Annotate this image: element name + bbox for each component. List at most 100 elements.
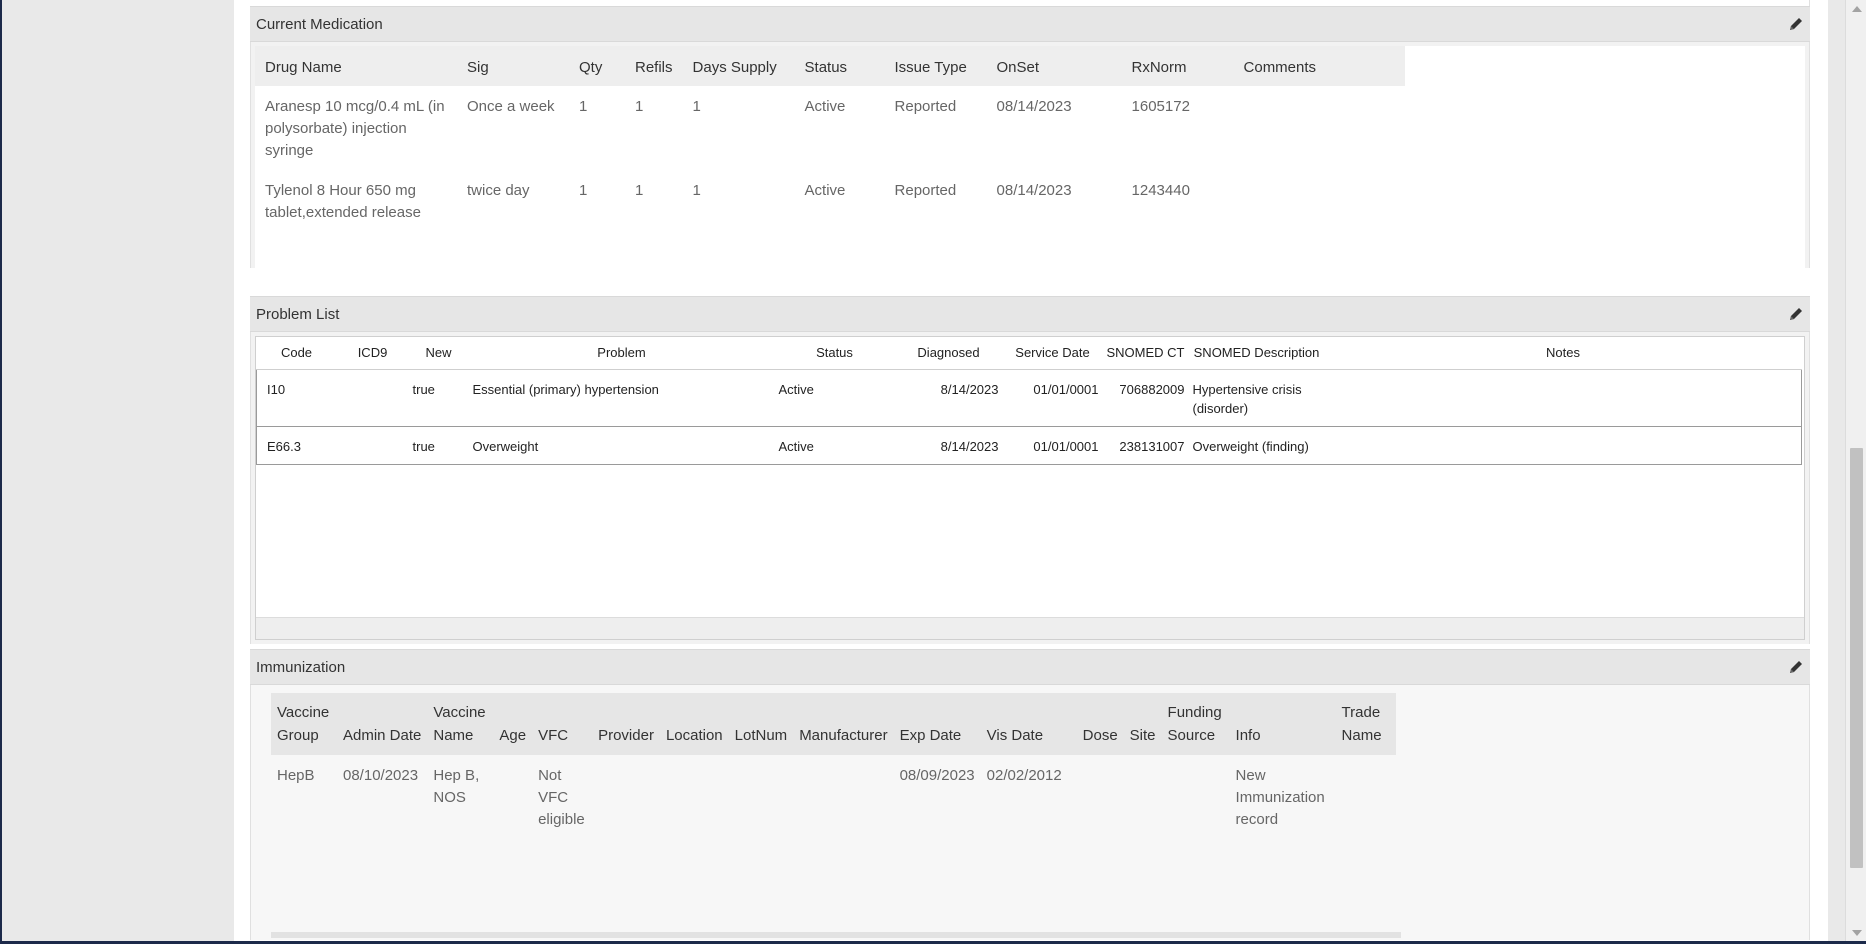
notes bbox=[1324, 369, 1802, 427]
col-comments[interactable]: Comments bbox=[1234, 46, 1405, 86]
immunization-table-container: Vaccine Group Admin Date Vaccine Name Ag… bbox=[271, 693, 1401, 938]
col-location[interactable]: Location bbox=[660, 693, 729, 755]
problem: Overweight bbox=[468, 426, 775, 465]
drug-name: Aranesp 10 mcg/0.4 mL (in polysorbate) i… bbox=[265, 98, 445, 159]
col-qty[interactable]: Qty bbox=[569, 46, 625, 86]
col-sig[interactable]: Sig bbox=[457, 46, 569, 86]
status: Active bbox=[774, 426, 895, 465]
diagnosed: 8/14/2023 bbox=[894, 369, 1003, 427]
col-code[interactable]: Code bbox=[256, 337, 337, 370]
col-issue-type[interactable]: Issue Type bbox=[885, 46, 987, 86]
col-age[interactable]: Age bbox=[493, 693, 532, 755]
sig: Once a week bbox=[467, 98, 555, 115]
col-refils[interactable]: Refils bbox=[625, 46, 683, 86]
col-dose[interactable]: Dose bbox=[1077, 693, 1124, 755]
qty: 1 bbox=[579, 98, 588, 115]
col-admin-date[interactable]: Admin Date bbox=[337, 693, 427, 755]
col-diagnosed[interactable]: Diagnosed bbox=[894, 337, 1003, 370]
col-manufacturer[interactable]: Manufacturer bbox=[793, 693, 893, 755]
problem-table: Code ICD9 New Problem Status Diagnosed S… bbox=[256, 337, 1802, 465]
immunization-header: Immunization bbox=[250, 649, 1810, 685]
new: true bbox=[408, 426, 469, 465]
snomed-description: Overweight (finding) bbox=[1188, 426, 1325, 465]
pencil-icon[interactable] bbox=[1788, 306, 1804, 322]
pencil-icon[interactable] bbox=[1788, 659, 1804, 675]
problem-header-row: Code ICD9 New Problem Status Diagnosed S… bbox=[256, 337, 1802, 370]
table-row[interactable]: Aranesp 10 mcg/0.4 mL (in polysorbate) i… bbox=[255, 86, 1405, 170]
code: I10 bbox=[256, 369, 337, 427]
refils: 1 bbox=[635, 98, 644, 115]
col-exp-date[interactable]: Exp Date bbox=[894, 693, 981, 755]
scroll-down-arrow-icon[interactable] bbox=[1852, 930, 1862, 936]
snomed-description: Hypertensive crisis (disorder) bbox=[1188, 369, 1325, 427]
immunization-body: Vaccine Group Admin Date Vaccine Name Ag… bbox=[250, 685, 1810, 940]
col-vaccine-name[interactable]: Vaccine Name bbox=[427, 693, 493, 755]
diagnosed: 8/14/2023 bbox=[894, 426, 1003, 465]
col-drug-name[interactable]: Drug Name bbox=[255, 46, 457, 86]
problem: Essential (primary) hypertension bbox=[468, 369, 775, 427]
service-date: 01/01/0001 bbox=[1002, 369, 1103, 427]
onset: 08/14/2023 bbox=[996, 98, 1072, 115]
table-row[interactable]: E66.3 true Overweight Active 8/14/2023 0… bbox=[256, 426, 1802, 465]
immunization-horizontal-scrollbar[interactable] bbox=[271, 932, 1401, 938]
col-status[interactable]: Status bbox=[774, 337, 895, 370]
col-rxnorm[interactable]: RxNorm bbox=[1122, 46, 1234, 86]
col-vaccine-group[interactable]: Vaccine Group bbox=[271, 693, 337, 755]
col-onset[interactable]: OnSet bbox=[987, 46, 1122, 86]
admin-date: 08/10/2023 bbox=[343, 767, 419, 784]
col-vis-date[interactable]: Vis Date bbox=[981, 693, 1077, 755]
col-new[interactable]: New bbox=[408, 337, 469, 370]
col-status[interactable]: Status bbox=[795, 46, 885, 86]
col-snomed-description[interactable]: SNOMED Description bbox=[1188, 337, 1325, 370]
col-lotnum[interactable]: LotNum bbox=[729, 693, 794, 755]
immunization-section: Immunization Vaccine Group Admin Date Va… bbox=[250, 649, 1810, 940]
problem-list-title: Problem List bbox=[256, 305, 340, 323]
comments bbox=[1234, 86, 1405, 170]
drug-name: Tylenol 8 Hour 650 mg tablet,extended re… bbox=[265, 182, 421, 221]
table-row[interactable]: Tylenol 8 Hour 650 mg tablet,extended re… bbox=[255, 170, 1405, 232]
page-vertical-scrollbar[interactable] bbox=[1845, 0, 1866, 944]
table-row[interactable]: I10 true Essential (primary) hypertensio… bbox=[256, 369, 1802, 427]
new: true bbox=[408, 369, 469, 427]
col-site[interactable]: Site bbox=[1124, 693, 1162, 755]
trade-name bbox=[1336, 755, 1396, 839]
vaccine-group: HepB bbox=[277, 767, 315, 784]
snomed-ct: 706882009 bbox=[1102, 369, 1189, 427]
age bbox=[493, 755, 532, 839]
code: E66.3 bbox=[256, 426, 337, 465]
site bbox=[1124, 755, 1162, 839]
vis-date: 02/02/2012 bbox=[986, 767, 1062, 784]
col-trade-name[interactable]: Trade Name bbox=[1336, 693, 1396, 755]
left-gutter bbox=[2, 0, 234, 944]
col-problem[interactable]: Problem bbox=[468, 337, 775, 370]
immunization-title: Immunization bbox=[256, 658, 346, 676]
vaccine-name: Hep B, NOS bbox=[433, 767, 480, 806]
medication-table-container: Drug Name Sig Qty Refils Days Supply Sta… bbox=[255, 46, 1805, 268]
col-days-supply[interactable]: Days Supply bbox=[683, 46, 795, 86]
status: Active bbox=[774, 369, 895, 427]
col-snomed-ct[interactable]: SNOMED CT bbox=[1102, 337, 1189, 370]
col-provider[interactable]: Provider bbox=[592, 693, 660, 755]
col-info[interactable]: Info bbox=[1230, 693, 1336, 755]
scroll-thumb[interactable] bbox=[1850, 448, 1863, 868]
icd9 bbox=[336, 426, 409, 465]
scroll-up-arrow-icon[interactable] bbox=[1852, 6, 1862, 12]
lotnum bbox=[729, 755, 794, 839]
current-medication-body: Drug Name Sig Qty Refils Days Supply Sta… bbox=[250, 42, 1810, 268]
table-row[interactable]: HepB 08/10/2023 Hep B, NOS Not VFC eligi… bbox=[271, 755, 1396, 839]
days-supply: 1 bbox=[692, 98, 701, 115]
status: Active bbox=[804, 182, 846, 199]
pencil-icon[interactable] bbox=[1788, 16, 1804, 32]
col-funding-source[interactable]: Funding Source bbox=[1162, 693, 1230, 755]
qty: 1 bbox=[579, 182, 588, 199]
col-service-date[interactable]: Service Date bbox=[1002, 337, 1103, 370]
current-medication-title: Current Medication bbox=[256, 15, 383, 33]
col-notes[interactable]: Notes bbox=[1324, 337, 1802, 370]
col-icd9[interactable]: ICD9 bbox=[336, 337, 409, 370]
rxnorm: 1243440 bbox=[1131, 182, 1190, 199]
problem-list-body: Code ICD9 New Problem Status Diagnosed S… bbox=[250, 332, 1810, 644]
location bbox=[660, 755, 729, 839]
current-medication-section: Current Medication Drug Name Sig Qty Ref… bbox=[250, 6, 1810, 268]
col-vfc[interactable]: VFC bbox=[532, 693, 592, 755]
comments bbox=[1234, 170, 1405, 232]
